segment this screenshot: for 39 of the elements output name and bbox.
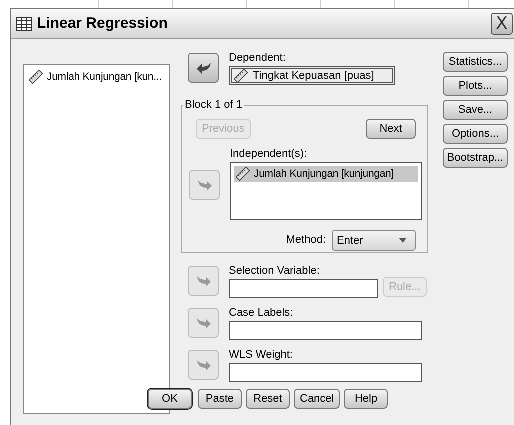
window-title: Linear Regression	[37, 15, 169, 32]
field-label: Selection Variable:	[229, 265, 321, 278]
close-button[interactable]: X	[491, 12, 513, 34]
right-arrow-icon	[198, 180, 212, 190]
right-arrow-icon	[196, 318, 210, 328]
move-button[interactable]	[188, 53, 219, 83]
dialog-button[interactable]: Statistics...	[443, 52, 508, 72]
dialog-button[interactable]: Help	[344, 389, 388, 409]
field-label: Independent(s):	[230, 148, 308, 161]
dialog-button[interactable]: OK	[148, 389, 192, 409]
ruler-icon	[29, 70, 43, 84]
input-field[interactable]	[229, 321, 422, 340]
dialog-button[interactable]: Save...	[443, 100, 508, 120]
method-label: Method:	[286, 234, 326, 246]
method-dropdown[interactable]: Enter	[332, 230, 416, 251]
dependent-field[interactable]: Tingkat Kepuasan [puas]	[229, 66, 395, 85]
left-arrow-icon	[196, 62, 210, 74]
input-field[interactable]	[229, 279, 378, 298]
dialog-button[interactable]: Options...	[443, 124, 508, 144]
right-arrow-icon	[196, 276, 210, 286]
right-arrow-icon	[196, 360, 210, 370]
variable-item[interactable]: Jumlah Kunjungan [kun...	[27, 69, 166, 85]
independents-list[interactable]: Jumlah Kunjungan [kunjungan]	[230, 162, 422, 220]
group-title: Block 1 of 1	[184, 99, 244, 111]
field-label: Dependent:	[229, 52, 287, 65]
caret-icon	[399, 238, 407, 243]
dialog-button[interactable]: Reset	[246, 389, 290, 409]
field-label: WLS Weight:	[229, 349, 294, 362]
dialog-button[interactable]: Bootstrap...	[443, 148, 508, 168]
ruler-icon	[234, 68, 248, 82]
dialog-button[interactable]: Paste	[198, 389, 242, 409]
dialog-button[interactable]: Plots...	[443, 76, 508, 96]
table-icon	[16, 16, 32, 30]
field-label: Case Labels:	[229, 307, 294, 320]
dialog-button[interactable]: Cancel	[294, 389, 340, 409]
variable-item[interactable]: Jumlah Kunjungan [kunjungan]	[234, 166, 418, 182]
ruler-icon	[236, 167, 250, 181]
next-button[interactable]: Next	[366, 119, 416, 139]
input-field[interactable]	[229, 363, 422, 382]
